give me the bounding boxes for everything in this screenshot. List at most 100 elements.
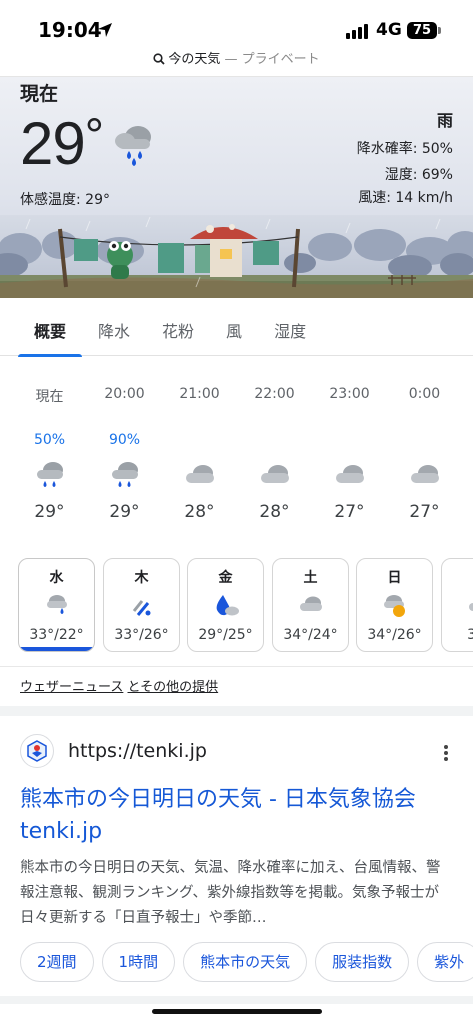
hour-temp: 28° bbox=[184, 502, 215, 522]
daily-forecast: 水 33°/22° 木 33°/26° 金 29°/25° 土 34°/24° … bbox=[18, 558, 473, 652]
hour-time: 23:00 bbox=[329, 386, 370, 402]
hour-slot: 21:00 28° bbox=[162, 386, 237, 522]
tab-precipitation[interactable]: 降水 bbox=[82, 298, 146, 356]
hour-precip bbox=[162, 414, 237, 454]
battery-tip bbox=[438, 27, 441, 34]
sun-cloud-icon bbox=[383, 595, 405, 617]
chip-1hour[interactable]: 1時間 bbox=[101, 942, 176, 982]
current-temperature: 29° bbox=[20, 110, 104, 177]
weather-hero: 現在 29° 体感温度: 29° 雨 降水確率: 50% 湿度: 69% 風速:… bbox=[0, 76, 473, 298]
day-name: 木 bbox=[134, 570, 149, 586]
hour-temp: 29° bbox=[109, 502, 140, 522]
sitelink-chips: 2週間 1時間 熊本市の天気 服装指数 紫外 bbox=[20, 942, 473, 982]
result-site[interactable]: https://tenki.jp bbox=[20, 734, 207, 768]
day-temp: 35° bbox=[442, 621, 473, 643]
hour-time: 22:00 bbox=[254, 386, 295, 402]
day-temp: 33°/26° bbox=[114, 627, 169, 643]
humidity: 湿度: 69% bbox=[384, 167, 453, 183]
tab-wind[interactable]: 風 bbox=[210, 298, 258, 356]
day-card[interactable]: 日 34°/26° bbox=[356, 558, 433, 652]
day-temp: 33°/22° bbox=[29, 627, 84, 643]
url-bar[interactable]: 今の天気 — プライベート bbox=[0, 48, 473, 74]
day-name: 日 bbox=[387, 570, 402, 586]
hourly-forecast: 現在 50% 29° 20:00 90% 29° 21:00 28° 22:00… bbox=[12, 386, 462, 522]
day-name bbox=[442, 559, 473, 589]
day-name: 金 bbox=[218, 570, 233, 586]
chip-2weeks[interactable]: 2週間 bbox=[20, 942, 94, 982]
hour-temp: 27° bbox=[409, 502, 440, 522]
site-url: https://tenki.jp bbox=[68, 740, 207, 762]
weather-tabs: 概要 降水 花粉 風 湿度 bbox=[0, 298, 473, 357]
hour-slot: 現在 50% 29° bbox=[12, 386, 87, 522]
day-name: 水 bbox=[49, 570, 64, 586]
result-snippet: 熊本市の今日明日の天気、気温、降水確率に加え、台風情報、警報注意報、観測ランキン… bbox=[20, 860, 441, 926]
hour-precip bbox=[387, 414, 462, 454]
precip-chance: 降水確率: 50% bbox=[356, 141, 453, 157]
rain-drop-cloud-icon bbox=[216, 595, 239, 616]
cloud-icon bbox=[335, 465, 364, 483]
hour-slot: 22:00 28° bbox=[237, 386, 312, 522]
hour-time: 21:00 bbox=[179, 386, 220, 402]
chip-kumamoto-weather[interactable]: 熊本市の天気 bbox=[183, 942, 308, 982]
sleet-icon bbox=[132, 600, 150, 616]
day-card[interactable]: 水 33°/22° bbox=[18, 558, 95, 652]
url-title: 今の天気 bbox=[168, 52, 221, 67]
hour-precip bbox=[312, 414, 387, 454]
section-divider bbox=[0, 706, 473, 716]
cloud-icon bbox=[299, 596, 322, 611]
hour-temp: 27° bbox=[334, 502, 365, 522]
weather-illustration bbox=[0, 215, 473, 298]
hour-temp: 28° bbox=[259, 502, 290, 522]
cloud-icon bbox=[410, 465, 439, 483]
tab-humidity[interactable]: 湿度 bbox=[258, 298, 322, 356]
hour-time: 現在 bbox=[35, 389, 64, 405]
rain-cloud-icon bbox=[111, 462, 138, 487]
day-card[interactable]: 土 34°/24° bbox=[272, 558, 349, 652]
tab-pollen[interactable]: 花粉 bbox=[146, 298, 210, 356]
cloud-icon bbox=[260, 465, 289, 483]
day-temp: 34°/26° bbox=[367, 627, 422, 643]
source-link[interactable]: ウェザーニュース bbox=[20, 680, 123, 695]
hour-slot: 23:00 27° bbox=[312, 386, 387, 522]
cloud-rain-icon bbox=[46, 595, 67, 614]
hour-temp: 29° bbox=[34, 502, 65, 522]
location-arrow-icon bbox=[98, 23, 112, 37]
hour-slot: 20:00 90% 29° bbox=[87, 386, 162, 522]
more-vertical-icon[interactable] bbox=[443, 744, 449, 762]
current-label: 現在 bbox=[20, 83, 59, 105]
feels-like: 体感温度: 29° bbox=[20, 192, 110, 208]
hour-time: 0:00 bbox=[408, 386, 441, 402]
hour-time: 20:00 bbox=[104, 386, 145, 402]
home-indicator[interactable] bbox=[152, 1009, 322, 1014]
tab-overview[interactable]: 概要 bbox=[18, 298, 83, 357]
day-name: 土 bbox=[303, 570, 318, 586]
rain-cloud-icon bbox=[115, 126, 151, 166]
search-icon bbox=[153, 53, 165, 65]
signal-icon bbox=[346, 24, 368, 39]
day-card[interactable]: 35° bbox=[441, 558, 473, 652]
hour-precip: 50% bbox=[33, 432, 66, 448]
url-separator: — bbox=[220, 52, 242, 67]
day-temp: 29°/25° bbox=[198, 627, 253, 643]
day-card[interactable]: 金 29°/25° bbox=[187, 558, 264, 652]
cloud-icon bbox=[185, 465, 214, 483]
status-time: 19:04 bbox=[38, 18, 102, 42]
chip-clothing-index[interactable]: 服装指数 bbox=[315, 942, 410, 982]
hour-precip: 90% bbox=[108, 432, 141, 448]
hour-slot: 0:00 27° bbox=[387, 386, 462, 522]
result-title-link[interactable]: 熊本市の今日明日の天気 - 日本気象協会 tenki.jp bbox=[20, 784, 460, 848]
condition-text: 雨 bbox=[436, 111, 453, 130]
section-divider bbox=[0, 996, 473, 1004]
tenki-favicon-icon bbox=[20, 734, 54, 768]
other-providers-link[interactable]: とその他の提供 bbox=[128, 680, 219, 695]
hour-precip bbox=[237, 414, 312, 454]
chip-uv[interactable]: 紫外 bbox=[417, 942, 473, 982]
private-mode-label: プライベート bbox=[241, 52, 320, 67]
day-card[interactable]: 木 33°/26° bbox=[103, 558, 180, 652]
status-bar: 19:04 4G 75 bbox=[0, 0, 473, 48]
network-type: 4G bbox=[376, 20, 402, 40]
wind-speed: 風速: 14 km/h bbox=[358, 190, 453, 206]
cloud-icon bbox=[468, 603, 473, 611]
divider bbox=[0, 666, 473, 667]
day-temp: 34°/24° bbox=[283, 627, 338, 643]
